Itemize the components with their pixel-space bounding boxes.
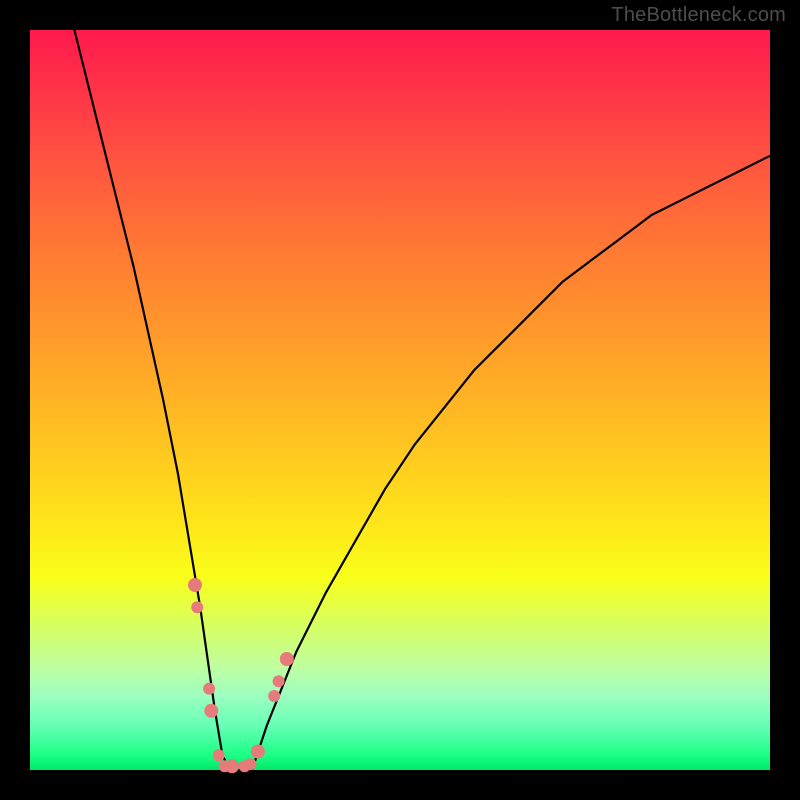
data-point (225, 759, 239, 773)
data-point (251, 745, 265, 759)
bottleneck-curve (74, 30, 770, 770)
watermark-text: TheBottleneck.com (611, 4, 786, 27)
data-point (280, 652, 294, 666)
plot-area (30, 30, 770, 770)
data-point (268, 690, 280, 702)
data-point (213, 749, 225, 761)
chart-frame: TheBottleneck.com (0, 0, 800, 800)
bottleneck-curve-svg (30, 30, 770, 770)
data-points-group (188, 578, 294, 773)
data-point (203, 683, 215, 695)
data-point (204, 704, 218, 718)
data-point (273, 675, 285, 687)
data-point (191, 601, 203, 613)
data-point (245, 758, 257, 770)
data-point (188, 578, 202, 592)
